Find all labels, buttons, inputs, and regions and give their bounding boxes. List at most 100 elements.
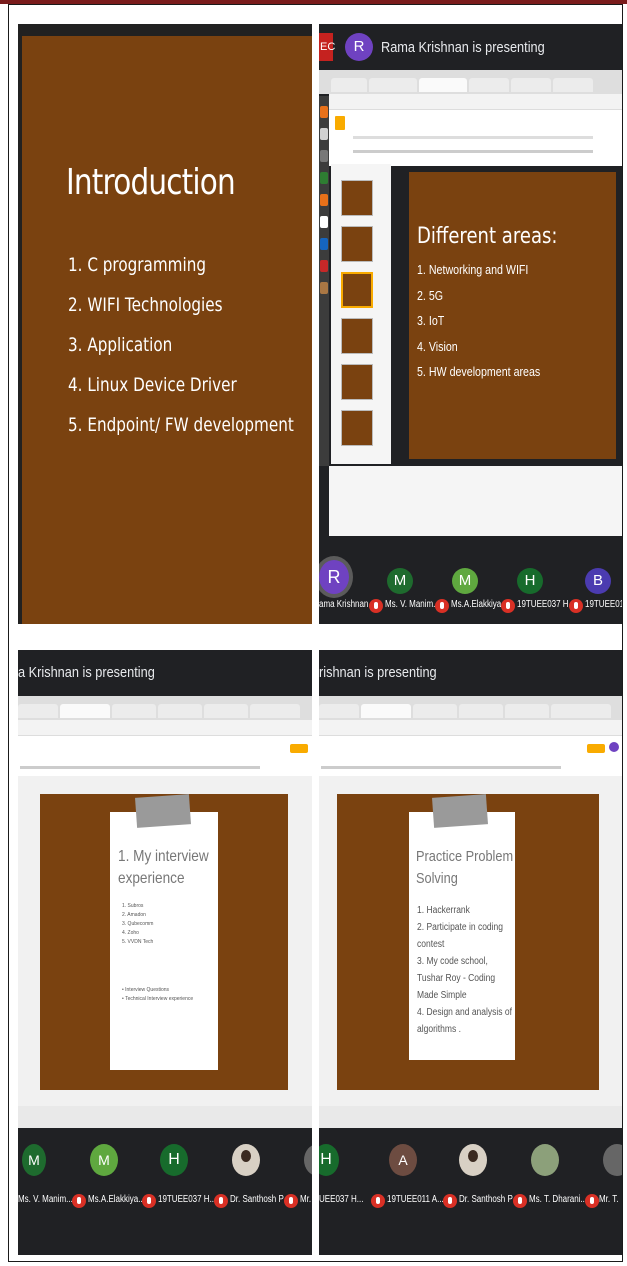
- address-bar[interactable]: [18, 720, 312, 736]
- participant-photo[interactable]: [459, 1144, 487, 1176]
- browser-tab[interactable]: [469, 78, 509, 92]
- browser-tab-active[interactable]: [419, 78, 467, 92]
- screenshot-panel-interview-experience: a Krishnan is presenting 1. My interview…: [18, 650, 312, 1255]
- tape-image: [432, 794, 488, 828]
- bullet-list: • Interview Questions • Technical Interv…: [122, 986, 193, 1004]
- slide-canvas: 1. My interview experience 1. Subros 2. …: [18, 776, 312, 1106]
- launcher-app-icon[interactable]: [320, 260, 328, 272]
- launcher-app-icon[interactable]: [320, 172, 328, 184]
- participant-photo[interactable]: [603, 1144, 622, 1176]
- screenshot-panel-different-areas: EC R Rama Krishnan is presenting Differe…: [319, 24, 622, 624]
- launcher-app-icon[interactable]: [320, 128, 328, 140]
- launcher-app-icon[interactable]: [320, 216, 328, 228]
- slide-thumbnail-selected[interactable]: [341, 272, 373, 308]
- participant-name: Ms. T. Dharani...: [529, 1194, 588, 1205]
- participant-avatar[interactable]: M: [90, 1144, 118, 1176]
- launcher-app-icon[interactable]: [320, 194, 328, 206]
- speaker-notes-area[interactable]: [329, 466, 622, 536]
- slide-practice[interactable]: Practice Problem Solving 1. Hackerrank 2…: [337, 794, 599, 1090]
- slide-thumbnail[interactable]: [341, 226, 373, 262]
- launcher-app-icon[interactable]: [320, 282, 328, 294]
- address-bar[interactable]: [329, 94, 622, 110]
- browser-tab-active[interactable]: [361, 704, 411, 718]
- participant-avatar[interactable]: B: [585, 568, 611, 594]
- mic-muted-icon: [142, 1194, 156, 1208]
- browser-tab[interactable]: [511, 78, 551, 92]
- bullet-text: Technical Interview experience: [125, 996, 194, 1002]
- participant-strip: M M H Ms. V. Manim... Ms.A.Elakkiya... 1…: [18, 1128, 312, 1255]
- slide-canvas: Practice Problem Solving 1. Hackerrank 2…: [319, 776, 622, 1106]
- speaker-notes-area[interactable]: [319, 1106, 622, 1130]
- slide-thumbnail[interactable]: [341, 318, 373, 354]
- address-bar[interactable]: [319, 720, 622, 736]
- slide-thumbnail[interactable]: [341, 410, 373, 446]
- browser-tab-active[interactable]: [60, 704, 110, 718]
- participant-avatar[interactable]: A: [389, 1144, 417, 1176]
- participant-avatar[interactable]: H: [160, 1144, 188, 1176]
- participant-name: UEE037 H...: [319, 1194, 364, 1205]
- company-item: 1. Subros: [122, 903, 144, 909]
- launcher-app-icon[interactable]: [320, 106, 328, 118]
- slide-interview[interactable]: 1. My interview experience 1. Subros 2. …: [40, 794, 288, 1090]
- launcher-app-icon[interactable]: [320, 150, 328, 162]
- company-item: 3. Qubecomm: [122, 921, 154, 927]
- slide-list-item: 5. HW development areas: [417, 364, 541, 379]
- participant-avatar[interactable]: H: [319, 1144, 339, 1176]
- mic-muted-icon: [585, 1194, 599, 1208]
- launcher-app-icon[interactable]: [320, 238, 328, 250]
- face-icon: [241, 1150, 251, 1162]
- slide-list: 1. Networking and WIFI 2. 5G 3. IoT 4. V…: [417, 262, 567, 390]
- participant-name: Ms. V. Manim...: [18, 1194, 73, 1205]
- format-toolbar[interactable]: [353, 150, 593, 153]
- browser-tab[interactable]: [331, 78, 367, 92]
- participant-name: 19TUEE037 H...: [158, 1194, 217, 1205]
- browser-tab[interactable]: [319, 704, 359, 718]
- mic-muted-icon: [369, 599, 383, 613]
- participant-photo[interactable]: [232, 1144, 260, 1176]
- mic-muted-icon: [501, 599, 515, 613]
- docs-toolbar: [18, 736, 312, 776]
- format-toolbar[interactable]: [321, 766, 561, 769]
- present-button[interactable]: [587, 744, 605, 753]
- participant-avatar[interactable]: M: [22, 1144, 46, 1176]
- browser-tab[interactable]: [459, 704, 503, 718]
- browser-tab[interactable]: [158, 704, 202, 718]
- company-item: 5. VVDN Tech: [122, 939, 154, 945]
- slide-list-item: 2. 5G: [417, 287, 444, 303]
- browser-tab[interactable]: [204, 704, 248, 718]
- format-toolbar[interactable]: [20, 766, 260, 769]
- browser-tab[interactable]: [18, 704, 58, 718]
- practice-list: 1. Hackerrank 2. Participate in coding c…: [417, 902, 529, 1038]
- participant-avatar[interactable]: M: [452, 568, 478, 594]
- bullet-text: Interview Questions: [125, 987, 170, 993]
- browser-tab[interactable]: [250, 704, 300, 718]
- slide-list-item: 4. Linux Device Driver: [68, 374, 237, 396]
- menu-bar[interactable]: [353, 136, 593, 139]
- browser-tab[interactable]: [505, 704, 549, 718]
- browser-tab[interactable]: [551, 704, 611, 718]
- browser-tab[interactable]: [553, 78, 593, 92]
- speaker-notes-area[interactable]: [18, 1106, 312, 1130]
- present-button[interactable]: [290, 744, 308, 753]
- participant-strip: R M M H B ama Krishnan Ms. V. Manim... M…: [319, 554, 622, 624]
- account-avatar[interactable]: [609, 742, 619, 752]
- participant-avatar[interactable]: R: [319, 560, 349, 594]
- participant-photo[interactable]: [304, 1144, 312, 1176]
- browser-tab-bar: [18, 696, 312, 720]
- slide-thumbnail[interactable]: [341, 180, 373, 216]
- slide-different-areas[interactable]: Different areas: 1. Networking and WIFI …: [409, 172, 616, 459]
- browser-tab[interactable]: [369, 78, 417, 92]
- participant-avatar[interactable]: M: [387, 568, 413, 594]
- slide-thumbnail[interactable]: [341, 364, 373, 400]
- meet-top-bar: EC R Rama Krishnan is presenting: [319, 24, 622, 70]
- browser-tab[interactable]: [112, 704, 156, 718]
- slide-list-item: 1. C programming: [68, 254, 206, 276]
- participant-avatar[interactable]: H: [517, 568, 543, 594]
- browser-tab[interactable]: [413, 704, 457, 718]
- card-title: 1. My interview experience: [118, 848, 209, 887]
- practice-item: 2. Participate in coding contest: [417, 922, 503, 950]
- practice-item: 3. My code school, Tushar Roy - Coding M…: [417, 956, 496, 1001]
- docs-toolbar: [319, 736, 622, 776]
- bullet-item: • Interview Questions: [122, 987, 170, 993]
- participant-photo[interactable]: [531, 1144, 559, 1176]
